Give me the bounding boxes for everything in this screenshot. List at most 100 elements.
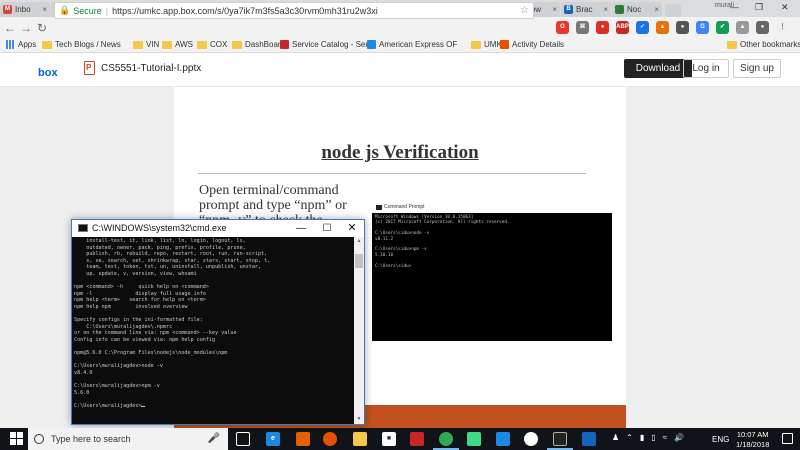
folder-icon xyxy=(133,40,143,49)
store-icon[interactable]: ■ xyxy=(382,432,396,446)
signup-button[interactable]: Sign up xyxy=(733,59,781,78)
tab-favicon-icon xyxy=(615,5,624,14)
cmd-maximize-button[interactable]: ☐ xyxy=(315,221,339,236)
edge-icon[interactable]: e xyxy=(266,432,280,446)
chrome-icon[interactable] xyxy=(439,432,453,446)
cmd-title: C:\WINDOWS\system32\cmd.exe xyxy=(92,223,227,233)
windows-start-icon[interactable] xyxy=(10,432,23,445)
url-text[interactable]: https://umkc.app.box.com/s/0ya7ik7m3fs5a… xyxy=(112,6,378,16)
pptx-file-icon xyxy=(84,61,95,75)
site-favicon-icon xyxy=(500,40,509,49)
pdf-app-icon[interactable] xyxy=(410,432,424,446)
app-icon[interactable] xyxy=(496,432,510,446)
window-restore-button[interactable]: ❐ xyxy=(755,2,763,13)
app-icon-2[interactable] xyxy=(582,432,596,446)
wifi-icon[interactable]: ≈ xyxy=(663,433,667,442)
scrollbar-thumb[interactable] xyxy=(355,254,363,268)
bookmark-label: Activity Details xyxy=(512,40,565,49)
tab-close-icon[interactable]: × xyxy=(654,5,659,14)
bookmarks-bar: Apps Tech Blogs / News VIN AWS COX DashBoard S… xyxy=(0,38,800,53)
browser-tab[interactable]: B Brac × xyxy=(561,2,611,17)
cmd-window-icon[interactable] xyxy=(78,224,88,232)
login-button[interactable]: Log in xyxy=(683,59,729,78)
bookmark-label: VIN xyxy=(146,40,160,49)
tab-close-icon[interactable]: × xyxy=(603,5,608,14)
firefox-icon[interactable] xyxy=(296,432,310,446)
extension-icon-5[interactable]: ✓ xyxy=(636,21,649,34)
bookmark-item[interactable]: Service Catalog - Ser xyxy=(280,40,368,49)
system-tray: ♟ ⌃ ▮ ▯ ≈ 🔊 xyxy=(612,433,684,442)
notification-icon[interactable] xyxy=(782,433,793,444)
bookmark-item[interactable]: Activity Details xyxy=(500,40,564,49)
bookmark-label: AWS xyxy=(175,40,193,49)
chevron-up-icon[interactable]: ⌃ xyxy=(626,433,633,442)
forward-icon[interactable]: → xyxy=(18,21,34,35)
scroll-down-icon[interactable]: ▼ xyxy=(354,415,364,424)
task-view-icon[interactable] xyxy=(236,432,250,446)
new-tab-button[interactable] xyxy=(665,4,681,17)
scroll-up-icon[interactable]: ▲ xyxy=(354,237,364,246)
extension-icon-3[interactable]: ● xyxy=(596,21,609,34)
cmd-console[interactable]: install-test, it, link, list, ln, login,… xyxy=(72,237,354,424)
language-indicator[interactable]: ENG xyxy=(712,435,729,444)
cmd-window[interactable]: C:\WINDOWS\system32\cmd.exe — ☐ ✕ instal… xyxy=(71,219,365,425)
address-bar[interactable]: 🔒 Secure | https://umkc.app.box.com/s/0y… xyxy=(54,2,534,19)
windows-taskbar: Type here to search 🎤 e ■ ♟ ⌃ ▮ ▯ ≈ 🔊 EN… xyxy=(0,428,800,450)
extension-icon-7[interactable]: ● xyxy=(676,21,689,34)
taskbar-search[interactable]: Type here to search 🎤 xyxy=(28,428,228,450)
site-favicon-icon xyxy=(280,40,289,49)
bookmark-item[interactable]: DashBoard xyxy=(232,40,285,49)
cmd-titlebar[interactable]: C:\WINDOWS\system32\cmd.exe — ☐ ✕ xyxy=(72,220,364,237)
box-logo-icon[interactable]: box xyxy=(38,67,58,79)
back-icon[interactable]: ← xyxy=(2,21,18,35)
bookmark-item[interactable]: VIN xyxy=(133,40,159,49)
bookmark-label: Tech Blogs / News xyxy=(55,40,121,49)
extension-icon-1[interactable]: O xyxy=(556,21,569,34)
firefox-icon-2[interactable] xyxy=(323,432,337,446)
bookmark-item[interactable]: American Express OF xyxy=(367,40,457,49)
browser-tab[interactable]: M Inbo × xyxy=(0,2,50,17)
lock-icon: 🔒 xyxy=(59,5,71,15)
extension-icon-8[interactable]: G xyxy=(696,21,709,34)
browser-icon[interactable] xyxy=(524,432,538,446)
cmd-taskbar-icon[interactable] xyxy=(553,432,567,446)
network-icon[interactable]: ▮ xyxy=(640,433,644,442)
cmd-console-output: install-test, it, link, list, ln, login,… xyxy=(74,238,271,409)
box-header: box CS5551-Tutorial-I.pptx Download Log … xyxy=(0,53,800,87)
search-icon xyxy=(34,434,44,444)
cmd-close-button[interactable]: ✕ xyxy=(340,221,364,236)
other-bookmarks[interactable]: Other bookmarks xyxy=(727,40,800,49)
tab-title: Inbo xyxy=(15,5,31,14)
window-close-button[interactable]: ✕ xyxy=(781,2,789,13)
browser-tab[interactable]: Noc × xyxy=(612,2,662,17)
tab-close-icon[interactable]: × xyxy=(42,5,47,14)
bookmark-item[interactable]: COX xyxy=(197,40,227,49)
download-button[interactable]: Download xyxy=(624,59,692,78)
cmd-minimize-button[interactable]: — xyxy=(289,221,313,236)
tab-close-icon[interactable]: × xyxy=(552,5,557,14)
bookmark-item[interactable]: Apps xyxy=(6,40,36,49)
bookmark-item[interactable]: Tech Blogs / News xyxy=(42,40,121,49)
reload-icon[interactable]: ↻ xyxy=(34,21,50,35)
bookmark-item[interactable]: AWS xyxy=(162,40,193,49)
extension-icon-9[interactable]: ✔ xyxy=(716,21,729,34)
extension-icon-11[interactable]: ● xyxy=(756,21,769,34)
adblock-icon[interactable]: ABP xyxy=(616,21,629,34)
microphone-icon[interactable]: 🎤 xyxy=(208,433,220,444)
folder-icon xyxy=(232,40,242,49)
file-explorer-icon[interactable] xyxy=(353,432,367,446)
slide-screenshot-caption: Command Prompt xyxy=(376,204,425,210)
bookmark-star-icon[interactable]: ☆ xyxy=(520,5,529,16)
volume-icon[interactable]: 🔊 xyxy=(674,433,684,442)
battery-icon[interactable]: ▯ xyxy=(651,433,655,442)
cmd-scrollbar[interactable]: ▲ ▼ xyxy=(354,237,364,424)
android-studio-icon[interactable] xyxy=(467,432,481,446)
people-icon[interactable]: ♟ xyxy=(612,433,619,442)
extension-icon-6[interactable]: ▲ xyxy=(656,21,669,34)
window-minimize-button[interactable]: — xyxy=(730,2,739,12)
clock[interactable]: 10:07 AM 1/18/2018 xyxy=(736,430,769,450)
taskbar-search-placeholder: Type here to search xyxy=(51,434,131,444)
chrome-menu-icon[interactable]: ⋮ xyxy=(776,21,789,34)
extension-icon-2[interactable]: ⌘ xyxy=(576,21,589,34)
extension-icon-10[interactable]: ▲ xyxy=(736,21,749,34)
